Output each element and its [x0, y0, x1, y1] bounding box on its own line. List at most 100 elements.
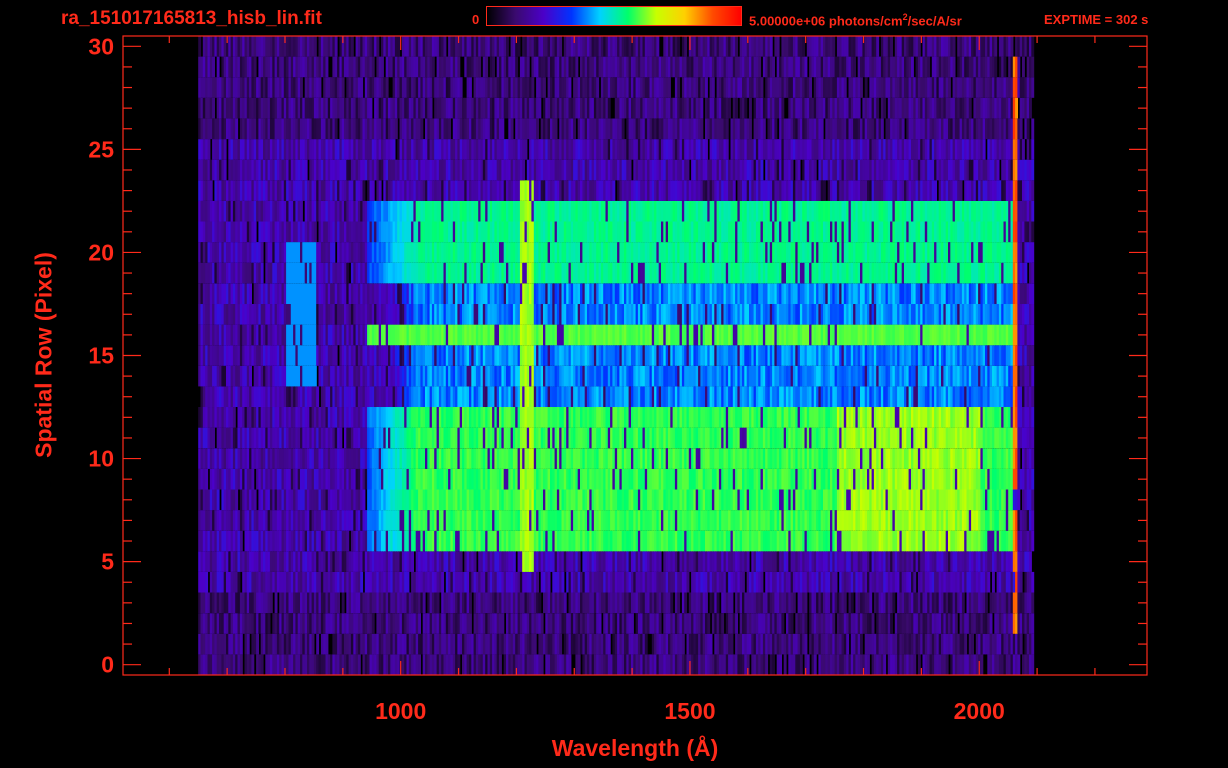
heatmap-cell: [239, 530, 243, 552]
heatmap-cell: [341, 592, 345, 614]
heatmap-cell: [834, 571, 838, 593]
heatmap-cell: [325, 633, 329, 655]
heatmap-cell: [913, 571, 917, 593]
heatmap-cell: [992, 571, 995, 593]
heatmap-cell: [512, 551, 516, 572]
heatmap-cell: [1031, 571, 1035, 593]
heatmap-cell: [357, 654, 361, 676]
heatmap-cell: [832, 613, 836, 634]
heatmap-cell: [1031, 654, 1035, 676]
heatmap-cell: [577, 654, 581, 676]
heatmap-cell: [742, 571, 745, 593]
heatmap-cell: [716, 592, 720, 614]
heatmap-cell: [501, 613, 505, 634]
heatmap-cell: [436, 592, 440, 614]
heatmap-cell: [1031, 407, 1035, 428]
heatmap-cell: [971, 633, 975, 655]
heatmap-cell: [681, 633, 685, 655]
heatmap-cell: [867, 654, 870, 676]
heatmap-cell: [251, 468, 255, 490]
heatmap-cell: [337, 592, 341, 614]
heatmap-cell: [783, 654, 787, 676]
heatmap-cell: [235, 489, 239, 511]
heatmap-cell: [237, 571, 241, 593]
heatmap-cell: [658, 551, 662, 572]
heatmap-cell: [658, 613, 662, 634]
heatmap-image: [198, 36, 1035, 676]
heatmap-cell: [799, 654, 803, 676]
heatmap-cell: [313, 365, 317, 387]
heatmap-cell: [253, 489, 257, 511]
heatmap-cell: [813, 654, 817, 676]
heatmap-cell: [267, 613, 271, 634]
heatmap-cell: [806, 654, 810, 676]
heatmap-cell: [568, 654, 572, 676]
heatmap-cell: [441, 571, 445, 593]
heatmap-cell: [547, 571, 551, 593]
heatmap-cell: [411, 551, 415, 572]
heatmap-cell: [705, 592, 708, 614]
heatmap-cell: [563, 592, 567, 614]
heatmap-cell: [804, 633, 808, 655]
heatmap-cell: [1017, 489, 1021, 511]
heatmap-cell: [772, 654, 776, 676]
heatmap-cell: [843, 592, 847, 614]
heatmap-cell: [709, 633, 713, 655]
heatmap-cell: [246, 633, 250, 655]
heatmap-cell: [274, 592, 278, 614]
heatmap-cell: [540, 613, 544, 634]
heatmap-cell: [1031, 633, 1035, 655]
heatmap-cell: [790, 613, 794, 634]
heatmap-cell: [469, 592, 472, 614]
heatmap-cell: [989, 613, 993, 634]
heatmap-cell: [607, 633, 611, 655]
heatmap-cell: [216, 489, 220, 511]
heatmap-cell: [746, 551, 750, 572]
heatmap-cell: [205, 468, 209, 490]
heatmap-cell: [892, 592, 896, 614]
heatmap-cell: [804, 613, 808, 634]
heatmap-cell: [670, 592, 674, 614]
heatmap-cell: [473, 551, 477, 572]
heatmap-cell: [1029, 551, 1032, 572]
heatmap-cell: [779, 654, 783, 676]
heatmap-cell: [684, 592, 688, 614]
heatmap-cell: [1031, 530, 1035, 552]
heatmap-cell: [945, 654, 949, 676]
heatmap-cell: [260, 654, 264, 676]
heatmap-cell: [913, 654, 917, 676]
heatmap-cell: [469, 613, 472, 634]
heatmap-cell: [1031, 592, 1035, 614]
heatmap-cell: [598, 613, 602, 634]
heatmap-cell: [499, 654, 502, 676]
heatmap-cell: [533, 633, 537, 655]
heatmap-cell: [964, 633, 968, 655]
heatmap-cell: [561, 571, 565, 593]
heatmap-cell: [311, 633, 315, 655]
heatmap-cell: [459, 551, 463, 572]
heatmap-cell: [362, 489, 366, 511]
heatmap-cell: [1017, 448, 1021, 469]
heatmap-cell: [269, 592, 273, 614]
heatmap-cell: [239, 654, 243, 676]
heatmap-cell: [730, 633, 734, 655]
heatmap-cell: [846, 633, 850, 655]
heatmap-cell: [735, 613, 739, 634]
heatmap-cell: [205, 571, 209, 593]
heatmap-cell: [1031, 448, 1035, 469]
heatmap-cell: [559, 633, 563, 655]
heatmap-cell: [212, 427, 216, 449]
heatmap-cell: [883, 654, 887, 676]
heatmap-cell: [418, 654, 422, 676]
heatmap-cell: [239, 633, 243, 655]
heatmap-cell: [721, 613, 725, 634]
heatmap-plot: 1000 1500 2000051015202530: [88, 33, 1148, 724]
heatmap-cell: [677, 592, 681, 614]
heatmap-cell: [251, 654, 255, 676]
heatmap-cell: [765, 654, 769, 676]
heatmap-cell: [371, 613, 375, 634]
heatmap-cell: [686, 571, 690, 593]
heatmap-cell: [760, 571, 764, 593]
heatmap-cell: [980, 654, 984, 676]
heatmap-cell: [422, 592, 426, 614]
